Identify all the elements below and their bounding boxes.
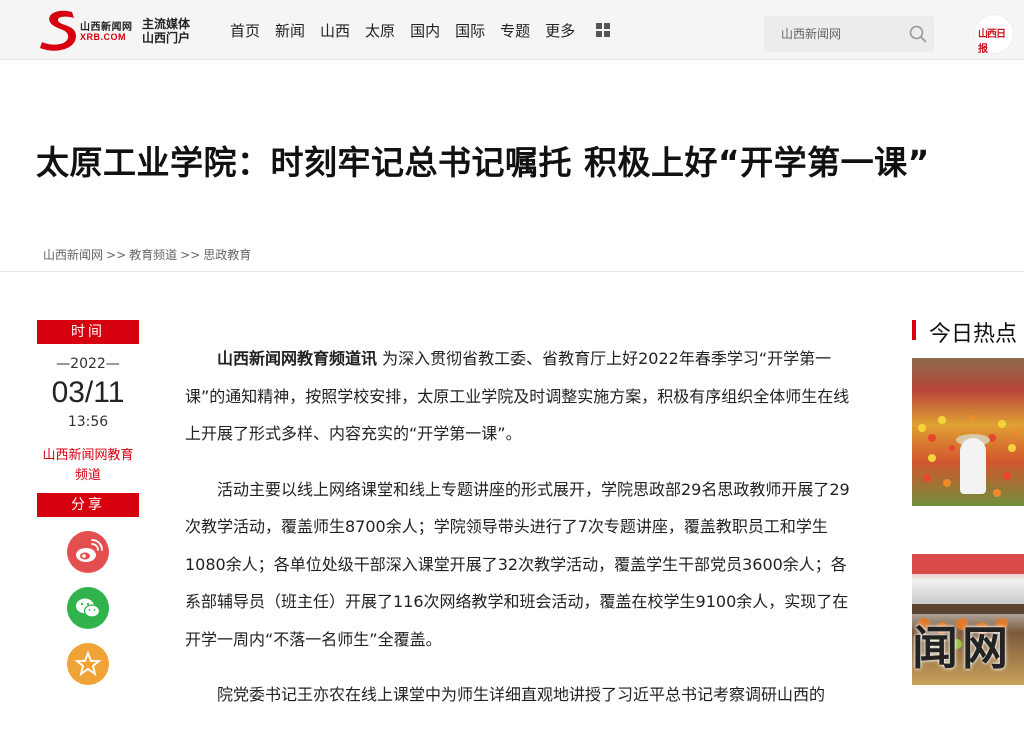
nav-item-taiyuan[interactable]: 太原: [365, 20, 395, 41]
breadcrumb-separator: >>: [106, 248, 127, 262]
site-logo[interactable]: 山西新闻网 XRB.COM 主流媒体 山西门户: [38, 6, 198, 52]
search-box: [764, 16, 934, 52]
section-marker: [912, 320, 916, 340]
publish-year: —2022—: [56, 356, 120, 372]
breadcrumb-separator: >>: [180, 248, 201, 262]
share-favorite-button[interactable]: [67, 643, 109, 685]
hot-news-title: 今日热点: [929, 322, 1018, 347]
share-wechat-button[interactable]: [67, 587, 109, 629]
breadcrumb-education[interactable]: 教育频道: [129, 248, 177, 262]
breadcrumb: 山西新闻网 >> 教育频道 >> 思政教育: [43, 246, 251, 263]
time-label: 时间: [37, 320, 139, 344]
share-weibo-button[interactable]: [67, 531, 109, 573]
article-paragraph-3: 院党委书记王亦农在线上课堂中为师生详细直观地讲授了习近平总书记考察调研山西的: [217, 685, 826, 704]
article-source[interactable]: 山西新闻网教育频道: [37, 446, 139, 486]
publish-time: 13:56: [67, 414, 109, 430]
logo-slogan: 主流媒体 山西门户: [142, 17, 190, 45]
slogan-line-1: 主流媒体: [142, 17, 191, 31]
article-meta-sidebar: 时间 —2022— 03/11 13:56 山西新闻网教育频道 分享: [37, 320, 139, 685]
article-title: 太原工业学院：时刻牢记总书记嘱托 积极上好“开学第一课”: [36, 143, 930, 182]
share-label: 分享: [37, 493, 139, 517]
weibo-icon: [76, 539, 103, 562]
shanxi-daily-logo[interactable]: 山西日报: [974, 14, 1014, 55]
breadcrumb-ideology[interactable]: 思政教育: [203, 248, 251, 262]
publish-date: 03/11: [51, 376, 125, 409]
favorite-icon: [74, 650, 102, 677]
logo-domain: XRB.COM: [80, 32, 126, 42]
site-header: 山西新闻网 XRB.COM 主流媒体 山西门户 首页 新闻 山西 太原 国内 国…: [0, 0, 1024, 60]
nav-item-international[interactable]: 国际: [455, 20, 485, 41]
breadcrumb-home[interactable]: 山西新闻网: [43, 248, 103, 262]
nav-item-domestic[interactable]: 国内: [410, 20, 440, 41]
site-watermark: 闻网: [912, 621, 1012, 675]
slogan-line-2: 山西门户: [142, 31, 191, 45]
nav-item-news[interactable]: 新闻: [275, 20, 305, 41]
search-input[interactable]: [764, 16, 904, 52]
nav-item-more[interactable]: 更多: [545, 20, 575, 41]
person-figure: [960, 438, 986, 494]
wechat-icon: [76, 598, 101, 618]
grid-icon[interactable]: [596, 23, 611, 37]
logo-s-mark-icon: [40, 10, 76, 51]
logo-name: 山西新闻网: [80, 22, 133, 33]
article-paragraph-2: 活动主要以线上网络课堂和线上专题讲座的形式展开，学院思政部29名思政教师开展了2…: [185, 479, 850, 649]
lead-source: 山西新闻网教育频道讯: [217, 349, 378, 368]
paper-logo-text: 山西日报: [978, 29, 1006, 55]
nav-item-home[interactable]: 首页: [230, 20, 260, 41]
hot-news-thumbnail[interactable]: [912, 358, 1024, 506]
search-icon[interactable]: [908, 24, 928, 44]
article-body: 山西新闻网教育频道讯 为深入贯彻省教工委、省教育厅上好2022年春季学习“开学第…: [185, 340, 860, 732]
article-paragraph-1: 山西新闻网教育频道讯 为深入贯彻省教工委、省教育厅上好2022年春季学习“开学第…: [185, 340, 860, 453]
divider: [0, 271, 1024, 272]
nav-item-shanxi[interactable]: 山西: [320, 20, 350, 41]
nav-item-topics[interactable]: 专题: [500, 20, 530, 41]
main-nav: 首页 新闻 山西 太原 国内 国际 专题 更多: [230, 0, 611, 60]
